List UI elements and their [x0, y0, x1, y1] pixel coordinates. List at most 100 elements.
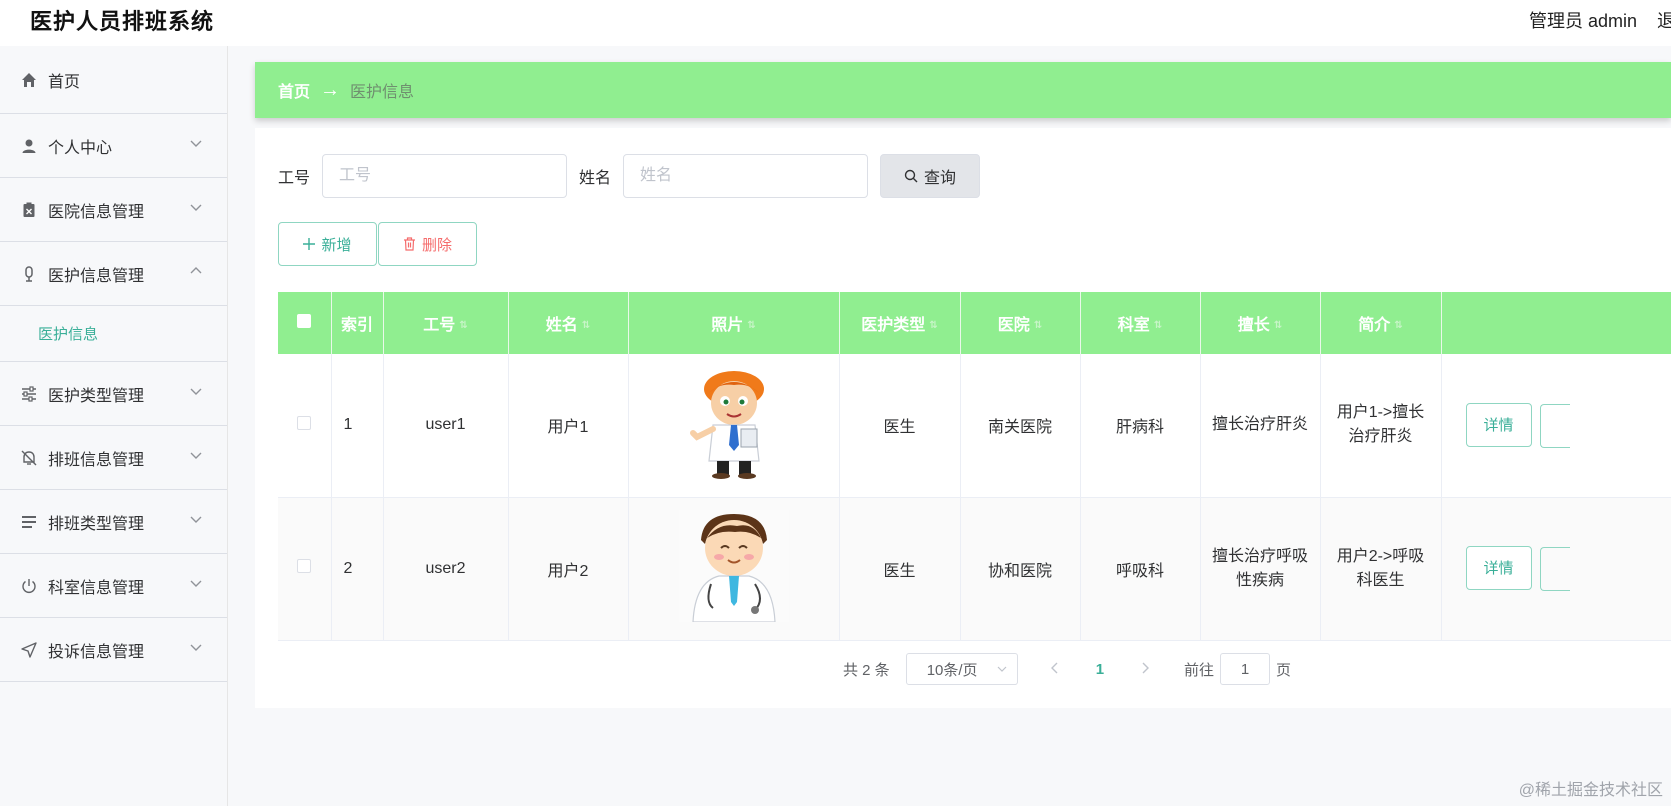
- chevron-left-icon: [1050, 662, 1058, 673]
- column-header[interactable]: 照片 ⇅: [628, 292, 840, 354]
- doctor-avatar-2[interactable]: [678, 510, 789, 623]
- sidebar-item-schedule-type[interactable]: 排班类型管理: [0, 490, 227, 554]
- watermark: @稀土掘金技术社区: [1518, 782, 1663, 799]
- sort-icon[interactable]: ⇅: [1394, 320, 1402, 331]
- detail-button[interactable]: 详情: [1465, 545, 1532, 590]
- row-checkbox[interactable]: [278, 354, 332, 498]
- query-button[interactable]: 查询: [880, 154, 981, 198]
- sidebar-item-medical-info[interactable]: 医护信息管理: [0, 242, 227, 306]
- table-row: 2 user2 用户2 医生 协和医院 呼吸科 擅长治疗呼吸性疾病 用户2->呼…: [278, 497, 1671, 641]
- cell-photo: [628, 354, 840, 498]
- cell-name: 用户1: [508, 354, 629, 498]
- breadcrumb: 首页 → 医护信息: [255, 62, 1671, 118]
- cell-medical-type: 医生: [839, 354, 961, 498]
- job-no-input[interactable]: [322, 154, 568, 198]
- content-panel: 工号 姓名 查询 新增 删除 索引 工号⇅ 姓名⇅ 照片⇅: [255, 128, 1671, 708]
- medical-staff-table: 索引 工号 ⇅ 姓名 ⇅ 照片 ⇅ 医护类型 ⇅ 医院 ⇅ 科室 ⇅ 擅长 ⇅ 简介 ⇅ 1 u…: [278, 292, 1671, 641]
- chevron-down-icon: [190, 516, 202, 523]
- page-size-select[interactable]: 10条/页: [905, 653, 1018, 685]
- header-label: 医院: [997, 317, 1030, 334]
- cell-job-no: user1: [383, 354, 509, 498]
- sort-icon[interactable]: ⇅: [459, 320, 467, 331]
- goto-page-input[interactable]: [1220, 653, 1271, 685]
- sort-icon[interactable]: ⇅: [747, 320, 755, 331]
- page-number[interactable]: 1: [1096, 661, 1104, 678]
- sidebar-item-personal-center[interactable]: 个人中心: [0, 114, 227, 178]
- column-header[interactable]: 工号 ⇅: [383, 292, 509, 354]
- column-header[interactable]: 医院 ⇅: [960, 292, 1081, 354]
- user-label[interactable]: 管理员 admin: [1529, 7, 1637, 33]
- sidebar-item-label: 排班类型管理: [48, 515, 145, 533]
- header-label: 工号: [423, 317, 456, 334]
- search-icon: [904, 169, 918, 183]
- column-header[interactable]: 姓名 ⇅: [508, 292, 629, 354]
- doctor-avatar-1[interactable]: [679, 367, 789, 479]
- cell-hospital: 协和医院: [960, 497, 1081, 641]
- app-title: 医护人员排班系统: [30, 9, 215, 34]
- cell-index: 1: [331, 354, 384, 498]
- name-input[interactable]: [623, 154, 869, 198]
- sidebar-item-label: 排班信息管理: [48, 451, 145, 469]
- header-label: 简介: [1358, 317, 1391, 334]
- sort-icon[interactable]: ⇅: [582, 320, 590, 331]
- next-page-button[interactable]: [1140, 661, 1150, 678]
- column-header-actions: [1441, 292, 1671, 354]
- chevron-down-icon: [997, 666, 1007, 672]
- sidebar-item-schedule-info[interactable]: 排班信息管理: [0, 426, 227, 490]
- header-label: 擅长: [1237, 317, 1270, 334]
- power-icon: [20, 577, 38, 595]
- chevron-right-icon: [1142, 662, 1150, 673]
- sidebar-item-department[interactable]: 科室信息管理: [0, 554, 227, 618]
- sidebar-item-complaint[interactable]: 投诉信息管理: [0, 618, 227, 682]
- sort-icon[interactable]: ⇅: [1034, 320, 1042, 331]
- edit-button-cut[interactable]: [1539, 547, 1570, 592]
- logout-link[interactable]: 退: [1657, 7, 1671, 33]
- delete-button[interactable]: 删除: [378, 222, 477, 266]
- sidebar-subitem-medical-info[interactable]: 医护信息: [0, 306, 227, 362]
- cell-intro: 用户1->擅长治疗肝炎: [1320, 354, 1442, 498]
- pagination: 共 2 条 10条/页 1 前往 页: [255, 653, 1671, 685]
- sort-icon[interactable]: ⇅: [1274, 320, 1282, 331]
- delete-button-label: 删除: [421, 236, 452, 254]
- select-all-checkbox[interactable]: [278, 292, 332, 354]
- cell-hospital: 南关医院: [960, 354, 1081, 498]
- plus-icon: [303, 238, 316, 250]
- cell-actions: 详情: [1441, 354, 1671, 498]
- column-header[interactable]: 擅长 ⇅: [1200, 292, 1321, 354]
- breadcrumb-arrow-icon: →: [320, 78, 341, 101]
- table-row: 1 user1 用户1 医生 南关医院 肝病科 擅长治疗肝炎 用户1->擅长治疗…: [278, 354, 1671, 498]
- cell-specialty: 擅长治疗肝炎: [1200, 354, 1321, 498]
- sidebar-item-label: 投诉信息管理: [48, 643, 145, 661]
- cell-index: 2: [331, 497, 384, 641]
- page-suffix: 页: [1276, 661, 1292, 679]
- chevron-up-icon: [190, 267, 202, 274]
- cell-medical-type: 医生: [839, 497, 961, 641]
- breadcrumb-home[interactable]: 首页: [278, 78, 310, 102]
- header-label: 医护类型: [861, 317, 926, 334]
- send-icon: [20, 641, 38, 659]
- sort-icon[interactable]: ⇅: [1154, 320, 1162, 331]
- row-checkbox[interactable]: [278, 497, 332, 641]
- column-header[interactable]: 科室 ⇅: [1080, 292, 1201, 354]
- add-button[interactable]: 新增: [278, 222, 377, 266]
- job-no-label: 工号: [278, 170, 311, 187]
- cell-intro: 用户2->呼吸科医生: [1320, 497, 1442, 641]
- sidebar-item-home[interactable]: 首页: [0, 46, 227, 114]
- sidebar-item-medical-type[interactable]: 医护类型管理: [0, 362, 227, 426]
- sidebar-item-hospital-info[interactable]: 医院信息管理: [0, 178, 227, 242]
- prev-page-button[interactable]: [1050, 661, 1060, 678]
- column-header[interactable]: 简介 ⇅: [1320, 292, 1442, 354]
- list-icon: [20, 513, 38, 531]
- user-icon: [20, 137, 38, 155]
- edit-button-cut[interactable]: [1539, 403, 1570, 448]
- total-count: 共 2 条: [843, 661, 890, 679]
- cell-specialty: 擅长治疗呼吸性疾病: [1200, 497, 1321, 641]
- column-header[interactable]: 医护类型 ⇅: [839, 292, 961, 354]
- page-size-value: 10条/页: [926, 661, 978, 679]
- chevron-down-icon: [190, 580, 202, 587]
- sort-icon[interactable]: ⇅: [929, 320, 937, 331]
- action-buttons: 新增 删除: [278, 222, 477, 266]
- header-label: 科室: [1117, 317, 1150, 334]
- sidebar: 首页 个人中心 医院信息管理 医护信息管理 医护信息 医护类型管理 排班信息管理: [0, 46, 228, 806]
- detail-button[interactable]: 详情: [1465, 402, 1532, 447]
